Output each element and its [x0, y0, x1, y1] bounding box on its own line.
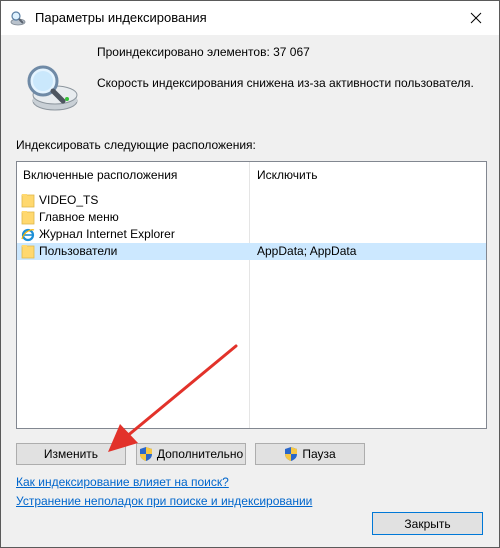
- uac-shield-icon: [139, 447, 152, 461]
- column-header-exclude[interactable]: Исключить: [257, 162, 317, 188]
- troubleshoot-search-link[interactable]: Устранение неполадок при поиске и индекс…: [16, 494, 312, 508]
- folder-icon: [21, 245, 35, 259]
- indexing-options-icon: [10, 11, 26, 26]
- list-item[interactable]: Пользователи AppData; AppData: [17, 243, 486, 260]
- pause-button-label: Пауза: [302, 447, 336, 461]
- locations-label: Индексировать следующие расположения:: [16, 138, 256, 152]
- indexing-speed-status: Скорость индексирования снижена из-за ак…: [97, 76, 474, 90]
- location-exclude: AppData; AppData: [257, 244, 357, 258]
- location-name: Главное меню: [39, 210, 119, 224]
- internet-explorer-icon: [21, 228, 35, 242]
- folder-icon: [21, 194, 35, 208]
- folder-icon: [21, 211, 35, 225]
- change-button[interactable]: Изменить: [16, 443, 126, 465]
- indexing-drive-magnifier-icon: [27, 65, 78, 111]
- advanced-button[interactable]: Дополнительно: [136, 443, 246, 465]
- list-item[interactable]: Журнал Internet Explorer: [17, 226, 486, 243]
- column-header-included[interactable]: Включенные расположения: [23, 162, 177, 188]
- list-item[interactable]: VIDEO_TS: [17, 192, 486, 209]
- list-item[interactable]: Главное меню: [17, 209, 486, 226]
- indexed-count: Проиндексировано элементов: 37 067: [97, 45, 310, 59]
- close-button-label: Закрыть: [404, 516, 451, 531]
- indexing-options-window: Параметры индексирования Проиндексирован…: [0, 0, 500, 548]
- location-name: VIDEO_TS: [39, 193, 99, 207]
- pause-button[interactable]: Пауза: [255, 443, 365, 465]
- how-indexing-affects-search-link[interactable]: Как индексирование влияет на поиск?: [16, 475, 229, 489]
- window-title: Параметры индексирования: [35, 10, 207, 25]
- window-close-button[interactable]: [453, 1, 499, 35]
- close-button[interactable]: Закрыть: [372, 512, 483, 535]
- uac-shield-icon: [285, 447, 298, 461]
- close-icon: [470, 12, 482, 24]
- advanced-button-label: Дополнительно: [156, 447, 244, 461]
- location-name: Журнал Internet Explorer: [39, 227, 175, 241]
- location-name: Пользователи: [39, 244, 118, 258]
- title-bar: Параметры индексирования: [1, 1, 499, 35]
- change-button-label: Изменить: [43, 447, 99, 461]
- locations-list[interactable]: Включенные расположения Исключить VIDEO_…: [16, 161, 487, 429]
